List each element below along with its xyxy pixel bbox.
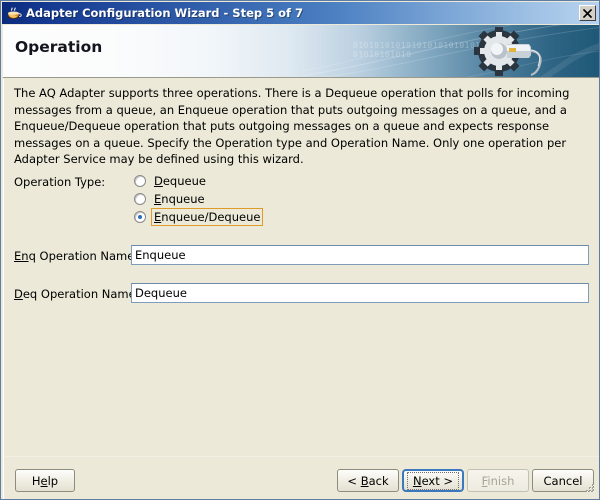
operation-type-label: Operation Type: <box>14 175 106 189</box>
radio-dequeue-indicator <box>134 175 146 187</box>
back-pre: < <box>347 473 361 488</box>
enq-operation-name-input[interactable] <box>131 245 589 265</box>
gear-wrench-icon <box>474 27 542 77</box>
deq-label-mnemonic: D <box>14 287 23 301</box>
wizard-window: Adapter Configuration Wizard - Step 5 of… <box>0 0 600 500</box>
radio-enqueue-indicator <box>134 193 146 205</box>
help-post: lp <box>47 473 59 488</box>
deq-label-rest: eq Operation Name: <box>22 287 140 301</box>
radio-dequeue-mnemonic: D <box>154 174 163 188</box>
help-button-label: Help <box>32 474 58 488</box>
radio-enqueue-dequeue-indicator <box>134 211 146 223</box>
radio-enqueue-rest: nqueue <box>161 192 205 206</box>
help-mnemonic: e <box>40 473 48 488</box>
wizard-banner: 0101010101010101010101010101 01010101010 <box>3 25 599 78</box>
enq-operation-name-label: Enq Operation Name: <box>14 249 138 263</box>
help-button[interactable]: Help <box>15 469 75 492</box>
finish-post: inish <box>487 473 515 488</box>
java-coffee-cup-icon <box>6 5 22 21</box>
radio-enqueue-dequeue-label: Enqueue/Dequeue <box>151 208 264 226</box>
next-post: ext > <box>421 473 454 488</box>
finish-button-label: Finish <box>482 474 515 488</box>
deq-operation-name-label: Deq Operation Name: <box>14 287 140 301</box>
content-panel: The AQ Adapter supports three operations… <box>3 79 599 456</box>
finish-button: Finish <box>467 469 529 492</box>
radio-enqueue[interactable]: Enqueue <box>134 190 263 208</box>
help-pre: H <box>31 473 41 488</box>
next-button-label: Next > <box>406 471 460 490</box>
operation-type-radio-group: Dequeue Enqueue Enqueue/Dequeue <box>134 172 264 226</box>
deq-operation-name-input[interactable] <box>131 283 589 303</box>
back-button-label: < Back <box>347 474 388 488</box>
enq-label-mnemonic: En <box>14 249 29 263</box>
radio-dequeue-label: Dequeue <box>151 172 209 190</box>
title-bar[interactable]: Adapter Configuration Wizard - Step 5 of… <box>2 2 599 24</box>
resize-grip-icon[interactable] <box>583 483 596 496</box>
radio-dequeue[interactable]: Dequeue <box>134 172 263 190</box>
close-x-glyph <box>583 8 592 18</box>
cancel-button-label: Cancel <box>543 473 583 488</box>
close-icon[interactable] <box>579 5 596 21</box>
back-post: ack <box>368 473 389 488</box>
back-button[interactable]: < Back <box>337 469 399 492</box>
back-mnemonic: B <box>360 473 369 488</box>
radio-enqueue-dequeue-rest: nqueue/Dequeue <box>161 210 261 224</box>
window-title: Adapter Configuration Wizard - Step 5 of… <box>26 6 304 20</box>
button-bar: Help < Back Next > Finish Cancel <box>3 456 599 499</box>
radio-enqueue-dequeue[interactable]: Enqueue/Dequeue <box>134 208 264 226</box>
description-text: The AQ Adapter supports three operations… <box>14 86 570 166</box>
enq-label-rest: q Operation Name: <box>28 249 139 263</box>
next-mnemonic: N <box>412 473 422 488</box>
next-button[interactable]: Next > <box>402 469 464 492</box>
page-title: Operation <box>15 38 103 56</box>
radio-dequeue-rest: equeue <box>162 174 206 188</box>
radio-enqueue-label: Enqueue <box>151 190 208 208</box>
